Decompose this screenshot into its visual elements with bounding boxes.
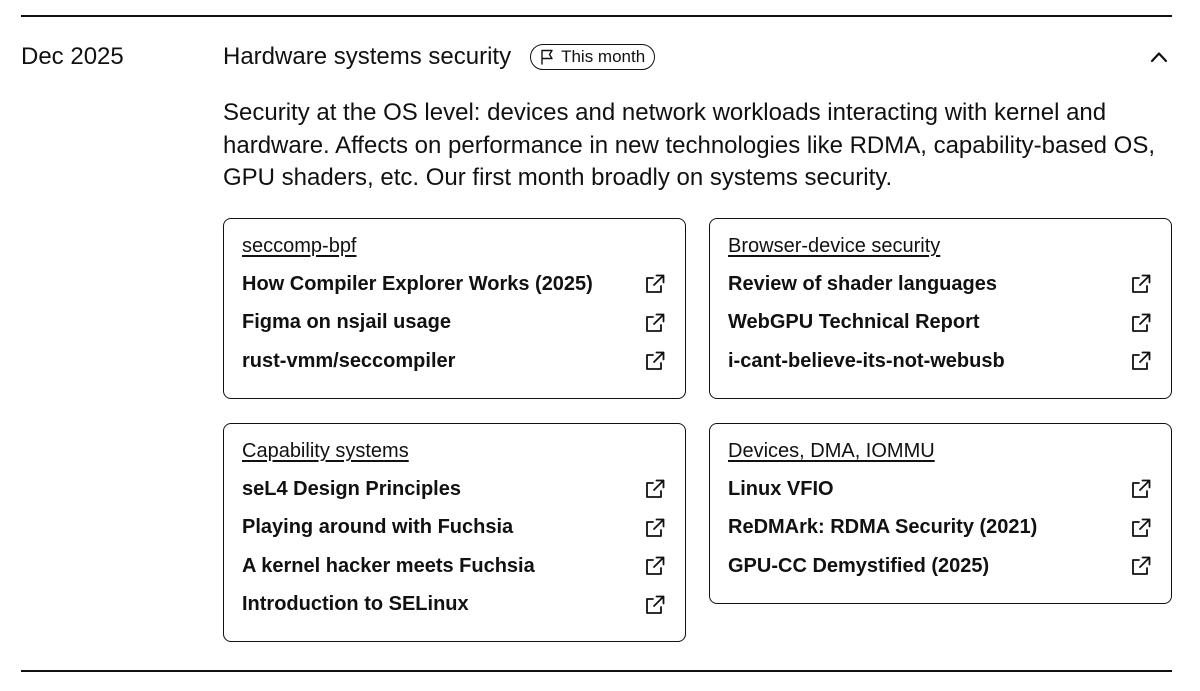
card-title-link[interactable]: Browser-device security bbox=[728, 233, 940, 259]
resource-link[interactable]: Figma on nsjail usage bbox=[242, 304, 667, 343]
resource-link[interactable]: rust-vmm/seccompiler bbox=[242, 342, 667, 381]
resource-link-label: How Compiler Explorer Works (2025) bbox=[242, 272, 593, 295]
card-link-list: seL4 Design Principles Playing around wit… bbox=[242, 470, 667, 624]
flag-icon bbox=[541, 49, 553, 65]
card-link-list: How Compiler Explorer Works (2025) Figma … bbox=[242, 265, 667, 381]
card-title-link[interactable]: seccomp-bpf bbox=[242, 233, 357, 259]
resource-link-label: Introduction to SELinux bbox=[242, 593, 469, 616]
chevron-up-icon bbox=[1150, 52, 1168, 63]
resource-link-label: Linux VFIO bbox=[728, 477, 834, 500]
external-link-icon[interactable] bbox=[644, 555, 666, 577]
resource-link-label: seL4 Design Principles bbox=[242, 477, 461, 500]
resource-link[interactable]: seL4 Design Principles bbox=[242, 470, 667, 509]
resource-link-label: Figma on nsjail usage bbox=[242, 311, 451, 334]
this-month-badge: This month bbox=[530, 44, 656, 70]
resource-link-label: WebGPU Technical Report bbox=[728, 311, 980, 334]
entry-header[interactable]: Hardware systems security This month bbox=[223, 42, 1172, 72]
resource-link[interactable]: GPU-CC Demystified (2025) bbox=[728, 547, 1153, 586]
external-link-icon[interactable] bbox=[1130, 312, 1152, 334]
entry-description: Security at the OS level: devices and ne… bbox=[223, 99, 1156, 191]
external-link-icon[interactable] bbox=[644, 478, 666, 500]
topic-card-seccomp-bpf: seccomp-bpf How Compiler Explorer Works (… bbox=[223, 218, 686, 399]
resource-link[interactable]: Introduction to SELinux bbox=[242, 586, 667, 625]
resource-link-label: ReDMArk: RDMA Security (2021) bbox=[728, 516, 1038, 539]
entry-date: Dec 2025 bbox=[21, 43, 124, 70]
external-link-icon[interactable] bbox=[1130, 517, 1152, 539]
external-link-icon[interactable] bbox=[1130, 478, 1152, 500]
topic-card-browser-device-security: Browser-device security Review of shader … bbox=[709, 218, 1172, 399]
resource-link[interactable]: A kernel hacker meets Fuchsia bbox=[242, 547, 667, 586]
resource-link[interactable]: Playing around with Fuchsia bbox=[242, 509, 667, 548]
bottom-divider bbox=[21, 670, 1172, 672]
resource-link-label: i-cant-believe-its-not-webusb bbox=[728, 349, 1005, 372]
resource-link[interactable]: Review of shader languages bbox=[728, 265, 1153, 304]
resource-link[interactable]: Linux VFIO bbox=[728, 470, 1153, 509]
resource-link[interactable]: i-cant-believe-its-not-webusb bbox=[728, 342, 1153, 381]
month-entry: Dec 2025 Hardware systems security This … bbox=[21, 16, 1172, 670]
external-link-icon[interactable] bbox=[644, 312, 666, 334]
external-link-icon[interactable] bbox=[644, 517, 666, 539]
card-title-link[interactable]: Devices, DMA, IOMMU bbox=[728, 438, 935, 464]
card-title-link[interactable]: Capability systems bbox=[242, 438, 409, 464]
external-link-icon[interactable] bbox=[644, 350, 666, 372]
resource-link[interactable]: ReDMArk: RDMA Security (2021) bbox=[728, 509, 1153, 548]
badge-label: This month bbox=[561, 47, 646, 66]
resource-link[interactable]: WebGPU Technical Report bbox=[728, 304, 1153, 343]
card-link-list: Review of shader languages WebGPU Technic… bbox=[728, 265, 1153, 381]
resource-link-label: GPU-CC Demystified (2025) bbox=[728, 554, 990, 577]
topic-card-devices-dma-iommu: Devices, DMA, IOMMU Linux VFIO ReDMArk: RD… bbox=[709, 423, 1172, 604]
external-link-icon[interactable] bbox=[644, 594, 666, 616]
entry-title: Hardware systems security bbox=[223, 43, 512, 70]
external-link-icon[interactable] bbox=[644, 273, 666, 295]
resource-link-label: Review of shader languages bbox=[728, 272, 997, 295]
resource-link-label: A kernel hacker meets Fuchsia bbox=[242, 554, 535, 577]
resource-link-label: Playing around with Fuchsia bbox=[242, 516, 514, 539]
card-link-list: Linux VFIO ReDMArk: RDMA Security (2021) G… bbox=[728, 470, 1153, 586]
collapse-button[interactable] bbox=[1148, 46, 1170, 68]
resource-link-label: rust-vmm/seccompiler bbox=[242, 349, 456, 372]
external-link-icon[interactable] bbox=[1130, 555, 1152, 577]
external-link-icon[interactable] bbox=[1130, 273, 1152, 295]
topic-card-capability-systems: Capability systems seL4 Design Principles… bbox=[223, 423, 686, 642]
external-link-icon[interactable] bbox=[1130, 350, 1152, 372]
resource-link[interactable]: How Compiler Explorer Works (2025) bbox=[242, 265, 667, 304]
